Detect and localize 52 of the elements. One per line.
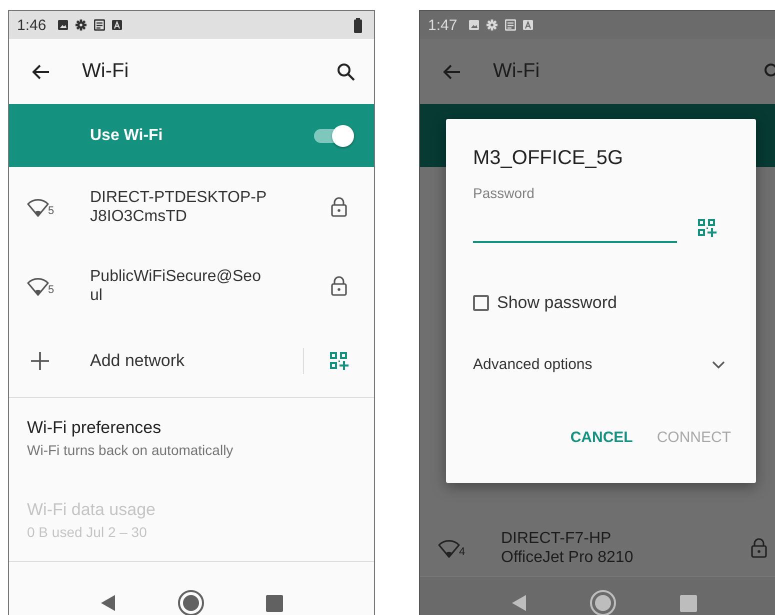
- network-name: DIRECT-F7-HP OfficeJet Pro 8210: [501, 529, 634, 567]
- lock-icon: [751, 538, 767, 558]
- network-name: DIRECT-PTDESKTOP-P J8IO3CmsTD: [90, 188, 267, 226]
- network-name: PublicWiFiSecure@Seo ul: [90, 266, 261, 304]
- screen-title: Wi-Fi: [82, 60, 129, 83]
- battery-icon: [354, 18, 362, 32]
- screen-title: Wi-Fi: [493, 60, 540, 83]
- qr-code-add-icon[interactable]: [697, 218, 717, 238]
- preference-summary: Wi-Fi turns back on automatically: [27, 442, 234, 458]
- letter-a-icon: [112, 19, 122, 31]
- recents-nav-icon[interactable]: [680, 594, 697, 612]
- band-label: 5: [48, 206, 54, 216]
- settings-icon: [75, 19, 88, 31]
- home-nav-icon[interactable]: [589, 589, 618, 615]
- search-icon[interactable]: [337, 62, 355, 80]
- preference-title: Wi-Fi preferences: [27, 418, 162, 438]
- home-nav-icon[interactable]: [176, 589, 205, 615]
- wifi-signal-icon: [27, 196, 49, 216]
- status-time: 1:46: [17, 16, 46, 34]
- add-network-row[interactable]: Add network: [9, 325, 374, 398]
- settings-icon: [486, 19, 498, 31]
- status-time: 1:47: [428, 16, 458, 34]
- band-label: 5: [48, 284, 54, 296]
- image-icon: [58, 19, 68, 31]
- dialog-title: M3_OFFICE_5G: [473, 147, 624, 170]
- notes-icon: [94, 19, 106, 31]
- image-icon: [469, 19, 480, 31]
- wifi-signal-icon: [438, 538, 460, 558]
- back-nav-icon[interactable]: [511, 594, 528, 612]
- checkbox-label: Show password: [497, 293, 618, 313]
- network-row[interactable]: 5 DIRECT-PTDESKTOP-P J8IO3CmsTD: [9, 167, 374, 246]
- notes-icon: [505, 19, 516, 31]
- qr-code-add-icon[interactable]: [329, 351, 349, 371]
- dialog-button[interactable]: CANCEL: [562, 425, 641, 450]
- advanced-options-row[interactable]: Advanced options: [473, 356, 729, 373]
- back-nav-icon[interactable]: [100, 594, 116, 612]
- back-arrow-icon[interactable]: [32, 64, 50, 80]
- wifi-signal-icon: [27, 276, 49, 296]
- network-row[interactable]: 5 PublicWiFiSecure@Seo ul: [9, 246, 374, 325]
- band-label: 4: [459, 547, 466, 558]
- preference-item[interactable]: Wi-Fi preferences Wi-Fi turns back on automatically: [9, 398, 374, 475]
- add-network-label: Add network: [90, 351, 184, 371]
- lock-icon: [331, 196, 347, 216]
- plus-icon: [31, 352, 49, 370]
- recents-nav-icon[interactable]: [266, 594, 284, 612]
- lock-icon: [331, 276, 347, 296]
- show-password-checkbox[interactable]: Show password: [473, 293, 729, 313]
- toggle-label: Use Wi-Fi: [90, 126, 163, 144]
- advanced-options-label: Advanced options: [473, 356, 592, 373]
- checkbox-icon[interactable]: [473, 295, 489, 311]
- password-label: Password: [473, 185, 536, 201]
- letter-a-icon: [523, 19, 534, 31]
